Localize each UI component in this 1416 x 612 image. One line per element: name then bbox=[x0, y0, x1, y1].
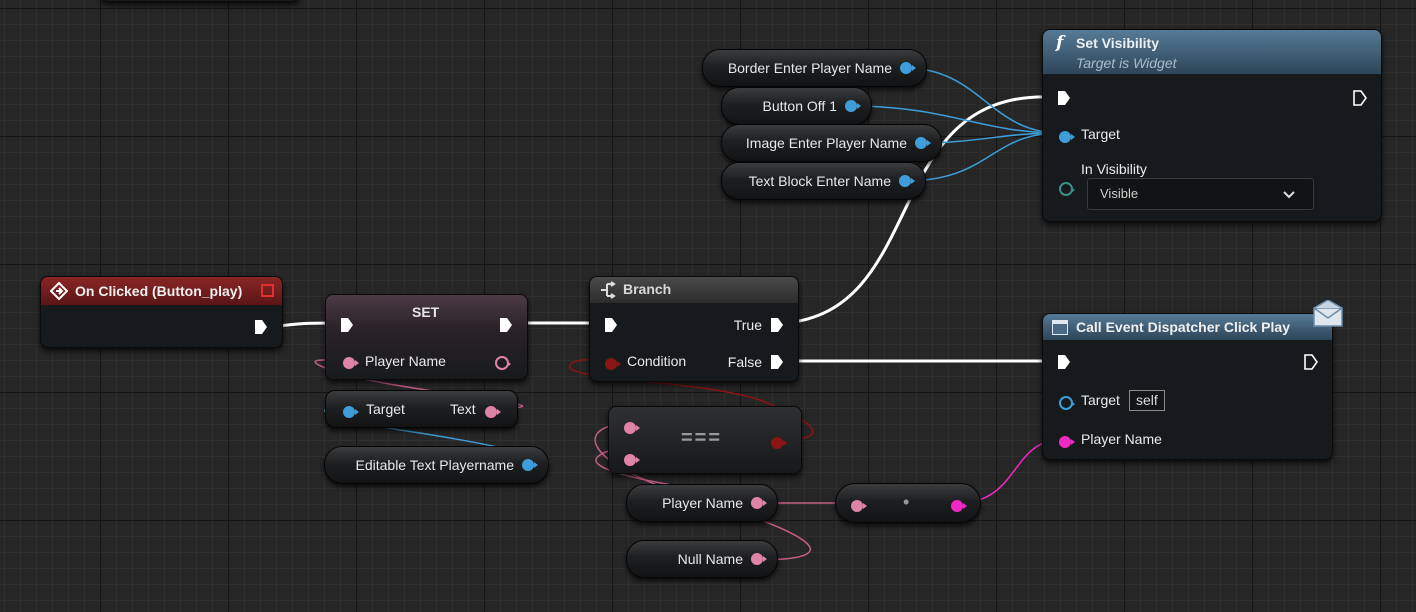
set-visibility-title: Set Visibility bbox=[1076, 35, 1159, 51]
set-visibility-node[interactable]: f Set Visibility Target is Widget Target… bbox=[1042, 29, 1382, 222]
in-visibility-dropdown[interactable]: Visible bbox=[1087, 178, 1314, 210]
null-name-var-out-pin[interactable] bbox=[751, 553, 767, 565]
player-name-var[interactable]: Player Name bbox=[626, 484, 778, 522]
get-text-target-label: Target bbox=[366, 401, 405, 417]
dispatcher-exec-in-pin[interactable] bbox=[1057, 354, 1071, 375]
equal-a-pin[interactable] bbox=[624, 419, 640, 437]
image-var-label: Image Enter Player Name bbox=[745, 135, 907, 151]
in-visibility-label: In Visibility bbox=[1081, 161, 1147, 177]
on-clicked-event-node[interactable]: On Clicked (Button_play) bbox=[40, 276, 283, 348]
set-player-name-in-pin[interactable] bbox=[343, 354, 359, 372]
get-text-text-pin[interactable] bbox=[485, 403, 501, 419]
textblock-var-out-pin[interactable] bbox=[899, 175, 915, 187]
image-enter-player-name-var[interactable]: Image Enter Player Name bbox=[721, 124, 942, 162]
string-to-name-conversion-node[interactable]: • bbox=[835, 483, 981, 523]
branch-node-header: Branch bbox=[590, 277, 798, 303]
offscreen-node bbox=[100, 0, 300, 2]
object-wire-border bbox=[904, 67, 1061, 134]
visibility-target-pin[interactable] bbox=[1059, 128, 1075, 146]
dispatcher-header: Call Event Dispatcher Click Play bbox=[1043, 314, 1332, 340]
branch-false-out-pin[interactable] bbox=[770, 354, 784, 375]
button-var-label: Button Off 1 bbox=[762, 98, 837, 114]
visibility-exec-out-pin[interactable] bbox=[1353, 90, 1367, 111]
branch-exec-in-pin[interactable] bbox=[604, 317, 618, 338]
dispatcher-player-name-label: Player Name bbox=[1081, 431, 1162, 447]
border-var-out-pin[interactable] bbox=[900, 62, 916, 74]
event-exec-out-pin[interactable] bbox=[254, 319, 268, 340]
equal-result-pin[interactable] bbox=[771, 434, 787, 452]
null-name-var[interactable]: Null Name bbox=[626, 540, 778, 578]
button-off-1-var[interactable]: Button Off 1 bbox=[721, 87, 872, 125]
set-exec-in-pin[interactable] bbox=[340, 317, 354, 338]
branch-condition-pin[interactable] bbox=[605, 355, 621, 373]
text-block-enter-name-var[interactable]: Text Block Enter Name bbox=[721, 162, 926, 200]
branch-icon bbox=[599, 281, 617, 302]
set-player-name-label: Player Name bbox=[365, 353, 446, 369]
branch-true-label: True bbox=[733, 317, 762, 333]
editable-text-playername-var[interactable]: Editable Text Playername bbox=[324, 446, 549, 484]
dispatcher-title: Call Event Dispatcher Click Play bbox=[1076, 319, 1290, 335]
visibility-exec-in-pin[interactable] bbox=[1057, 90, 1071, 111]
set-player-name-node[interactable]: SET Player Name bbox=[325, 294, 528, 380]
dispatcher-target-label: Target bbox=[1081, 392, 1120, 408]
conversion-out-pin[interactable] bbox=[951, 497, 967, 513]
image-var-out-pin[interactable] bbox=[915, 137, 931, 149]
stop-icon[interactable] bbox=[261, 284, 274, 297]
border-var-label: Border Enter Player Name bbox=[727, 60, 892, 76]
conversion-in-pin[interactable] bbox=[851, 497, 867, 513]
branch-node-title: Branch bbox=[623, 281, 672, 297]
dispatcher-target-pin[interactable] bbox=[1059, 394, 1075, 412]
set-node-title: SET bbox=[412, 304, 440, 320]
chevron-down-icon bbox=[1283, 187, 1295, 205]
visibility-target-label: Target bbox=[1081, 126, 1120, 142]
set-exec-out-pin[interactable] bbox=[499, 317, 513, 338]
player-name-var-label: Player Name bbox=[662, 495, 743, 511]
button-var-out-pin[interactable] bbox=[845, 100, 861, 112]
function-icon: f bbox=[1056, 33, 1064, 53]
set-player-name-out-pin[interactable] bbox=[495, 354, 511, 372]
textblock-var-label: Text Block Enter Name bbox=[748, 173, 891, 189]
set-visibility-header: f Set Visibility Target is Widget bbox=[1043, 30, 1381, 74]
null-name-var-label: Null Name bbox=[677, 551, 743, 567]
border-enter-player-name-var[interactable]: Border Enter Player Name bbox=[702, 49, 927, 87]
event-node-title: On Clicked (Button_play) bbox=[75, 283, 243, 299]
get-text-node[interactable]: Target Text bbox=[325, 390, 518, 428]
equal-b-pin[interactable] bbox=[624, 451, 640, 469]
call-event-dispatcher-node[interactable]: Call Event Dispatcher Click Play Target … bbox=[1042, 299, 1343, 460]
branch-true-out-pin[interactable] bbox=[770, 317, 784, 338]
editable-text-label: Editable Text Playername bbox=[355, 457, 515, 473]
dispatcher-exec-out-pin[interactable] bbox=[1304, 354, 1318, 375]
set-visibility-subtitle: Target is Widget bbox=[1076, 55, 1177, 71]
equal-symbol: === bbox=[681, 427, 723, 449]
in-visibility-value: Visible bbox=[1100, 186, 1139, 201]
get-text-target-pin[interactable] bbox=[343, 403, 359, 419]
dispatcher-target-value[interactable]: self bbox=[1129, 390, 1165, 411]
equal-compare-node[interactable]: === bbox=[608, 406, 802, 474]
dispatcher-player-name-pin[interactable] bbox=[1059, 433, 1075, 451]
branch-node[interactable]: Branch True Condition False bbox=[589, 276, 799, 382]
branch-false-label: False bbox=[727, 354, 762, 370]
conversion-dot: • bbox=[903, 492, 910, 512]
branch-condition-label: Condition bbox=[627, 353, 687, 369]
editable-text-out-pin[interactable] bbox=[522, 459, 538, 471]
event-node-header: On Clicked (Button_play) bbox=[41, 277, 282, 305]
player-name-var-out-pin[interactable] bbox=[751, 497, 767, 509]
dispatcher-icon bbox=[1052, 320, 1068, 335]
event-diamond-icon bbox=[49, 281, 69, 303]
envelope-icon bbox=[1312, 299, 1344, 333]
get-text-text-label: Text bbox=[450, 401, 476, 417]
in-visibility-pin[interactable] bbox=[1059, 180, 1075, 198]
